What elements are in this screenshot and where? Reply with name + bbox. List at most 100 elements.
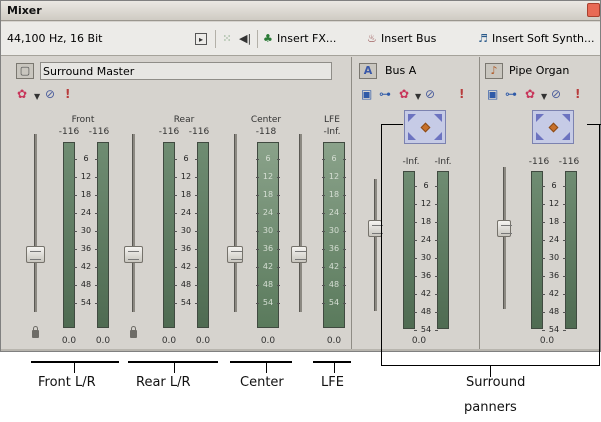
callout-panner-right-vertical <box>599 124 600 366</box>
db-tick-label: 18 <box>322 190 346 200</box>
output-routing-icon[interactable]: ▣ <box>361 87 372 101</box>
db-tick-label: 42 <box>74 262 98 272</box>
pan-position-marker[interactable] <box>420 122 431 133</box>
callout-bracket-center <box>230 361 292 363</box>
callout-panner-left-arrow <box>381 124 403 125</box>
master-icon[interactable]: ▢ <box>16 63 34 79</box>
db-tick-label: 24 <box>414 235 438 245</box>
peak-front-left: -116 <box>58 127 80 137</box>
audio-format-label: 44,100 Hz, 16 Bit <box>7 32 103 45</box>
downmix-icon[interactable]: ⁙ <box>221 33 233 45</box>
rear-left-meter <box>163 142 175 328</box>
pipe-organ-fader-thumb[interactable] <box>497 220 512 237</box>
bus-a-fader-thumb[interactable] <box>368 220 383 237</box>
lfe-value: 0.0 <box>326 336 342 346</box>
db-tick-label: 18 <box>542 217 566 227</box>
db-tick-label: 6 <box>74 154 98 164</box>
db-tick-label: 54 <box>322 298 346 308</box>
rear-fader-track[interactable] <box>132 134 135 312</box>
lfe-fader-thumb[interactable] <box>291 246 307 263</box>
peak-lfe: -Inf. <box>323 127 341 137</box>
speaker-corner <box>562 114 570 122</box>
bypass-icon[interactable]: ⊘ <box>551 87 561 101</box>
callout-stem-lfe <box>334 361 335 373</box>
properties-icon[interactable]: ▸ <box>195 33 207 45</box>
speaker-corner <box>536 132 544 140</box>
toolbar-separator <box>257 30 258 48</box>
strip-name[interactable]: Surround Master <box>40 62 332 80</box>
surround-master-strip: ▢ Surround Master ✿ ▼ ⊘ ! Front -116 -11… <box>1 57 352 349</box>
speaker-corner <box>408 132 416 140</box>
pan-position-marker[interactable] <box>548 122 559 133</box>
surround-panner[interactable] <box>404 110 446 144</box>
peak-rear-left: -116 <box>158 127 180 137</box>
insert-soft-synth-button[interactable]: ♬ Insert Soft Synth... <box>478 32 595 45</box>
db-tick-label: 6 <box>256 154 280 164</box>
front-right-meter <box>97 142 109 328</box>
send-icon[interactable]: ⊶ <box>505 87 517 101</box>
pipe-organ-fader-track[interactable] <box>503 167 506 309</box>
strip-name[interactable]: Bus A <box>383 62 416 80</box>
bypass-icon[interactable]: ⊘ <box>45 87 55 101</box>
callout-rear-lr: Rear L/R <box>136 375 191 390</box>
warning-icon: ! <box>575 87 581 101</box>
lfe-fader-track[interactable] <box>299 134 302 312</box>
chevron-down-icon[interactable]: ▼ <box>415 90 421 104</box>
center-fader-track[interactable] <box>234 134 237 312</box>
chevron-down-icon[interactable]: ▼ <box>34 90 40 104</box>
front-fader-thumb[interactable] <box>26 246 45 263</box>
dim-output-icon[interactable]: ◀| <box>239 33 251 45</box>
db-tick-label: 24 <box>256 208 280 218</box>
db-tick-label: 18 <box>174 190 198 200</box>
output-routing-icon[interactable]: ▣ <box>487 87 498 101</box>
insert-bus-button[interactable]: ♨ Insert Bus <box>367 32 436 45</box>
instrument-icon[interactable]: ♪ <box>485 63 503 79</box>
peak-front-right: -116 <box>88 127 110 137</box>
strip-name[interactable]: Pipe Organ <box>507 62 569 80</box>
peak-rear-right: -116 <box>188 127 210 137</box>
rear-right-value: 0.0 <box>195 336 211 346</box>
db-tick-label: 24 <box>322 208 346 218</box>
db-tick-label: 42 <box>322 262 346 272</box>
chevron-down-icon[interactable]: ▼ <box>541 90 547 104</box>
lock-icon[interactable] <box>32 326 39 338</box>
strip-header: ♪ Pipe Organ <box>481 61 600 83</box>
insert-soft-synth-icon: ♬ <box>478 32 488 45</box>
bus-a-fader-track[interactable] <box>374 179 377 311</box>
callout-stem-front <box>74 361 75 373</box>
bypass-icon[interactable]: ⊘ <box>425 87 435 101</box>
surround-panner[interactable] <box>532 110 574 144</box>
lock-icon[interactable] <box>130 326 137 338</box>
front-left-meter <box>63 142 75 328</box>
db-tick-label: 30 <box>256 226 280 236</box>
callout-panners: panners <box>464 400 517 415</box>
send-icon[interactable]: ⊶ <box>379 87 391 101</box>
db-tick-label: 36 <box>322 244 346 254</box>
bus-a-value: 0.0 <box>411 336 427 346</box>
bus-icon[interactable]: A <box>359 63 377 79</box>
fx-gear-icon[interactable]: ✿ <box>399 87 409 101</box>
close-icon[interactable] <box>587 3 600 17</box>
db-tick-label: 48 <box>74 280 98 290</box>
db-tick-label: 48 <box>542 307 566 317</box>
peak-right: -116 <box>558 157 580 167</box>
callout-panner-left-vertical <box>381 124 382 366</box>
toolbar: 44,100 Hz, 16 Bit ▸ ⁙ ◀| ♣ Insert FX... ♨… <box>1 22 600 56</box>
db-tick-label: 42 <box>174 262 198 272</box>
speaker-corner <box>536 114 544 122</box>
front-fader-track[interactable] <box>34 134 37 312</box>
db-tick-label: 36 <box>256 244 280 254</box>
channel-label-front: Front <box>71 115 95 125</box>
toolbar-separator <box>215 30 216 48</box>
callout-lfe: LFE <box>321 375 344 390</box>
center-fader-thumb[interactable] <box>227 246 243 263</box>
peak-left: -116 <box>528 157 550 167</box>
db-tick-label: 30 <box>542 253 566 263</box>
db-tick-label: 54 <box>74 298 98 308</box>
insert-fx-button[interactable]: ♣ Insert FX... <box>263 32 336 45</box>
rear-fader-thumb[interactable] <box>124 246 143 263</box>
fx-gear-icon[interactable]: ✿ <box>525 87 535 101</box>
mixer-bottom-edge <box>1 349 600 351</box>
db-tick-label: 12 <box>74 172 98 182</box>
fx-gear-icon[interactable]: ✿ <box>17 87 27 101</box>
